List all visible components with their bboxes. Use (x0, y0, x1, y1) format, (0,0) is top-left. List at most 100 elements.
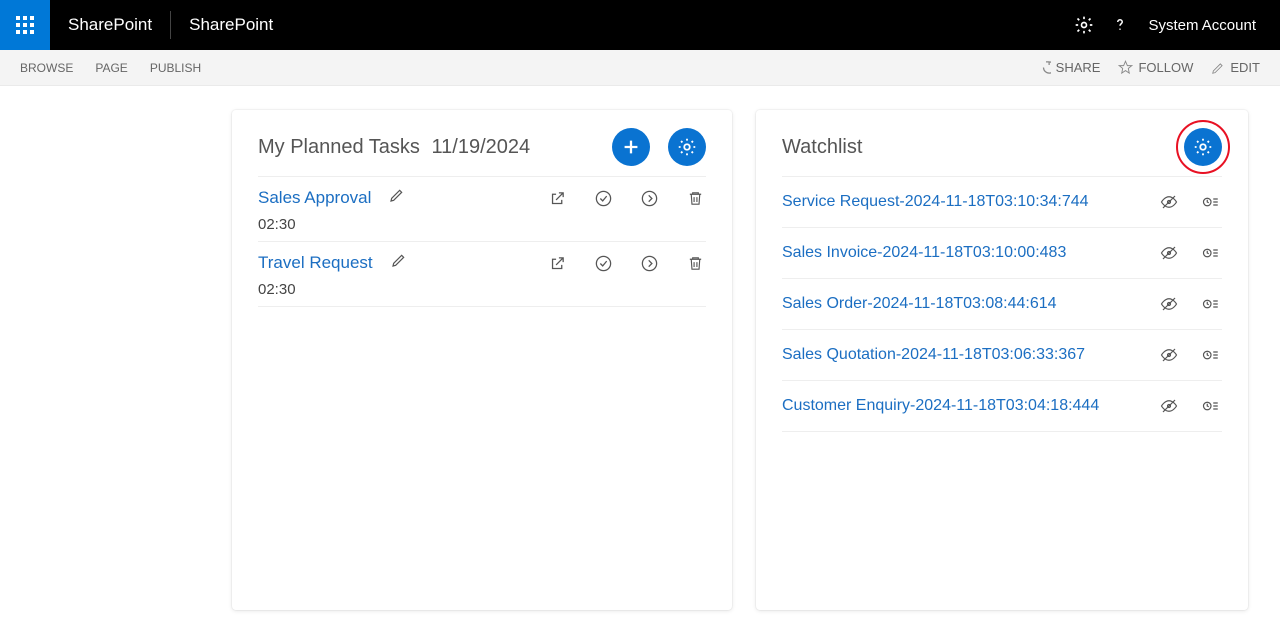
pencil-icon (1211, 61, 1225, 75)
pencil-icon (391, 252, 407, 268)
share-label: SHARE (1056, 60, 1101, 75)
unwatch-button[interactable] (1158, 242, 1180, 264)
arrow-circle-icon (640, 189, 659, 208)
eye-off-icon (1160, 346, 1178, 364)
watchlist-card-header: Watchlist (782, 128, 1222, 166)
open-external-button[interactable] (546, 252, 568, 274)
task-row: Travel Request 02:30 (258, 241, 706, 307)
watchlist-row-actions (1158, 293, 1222, 315)
gear-icon (1192, 136, 1214, 158)
watchlist-row: Sales Invoice-2024-11-18T03:10:00:483 (782, 227, 1222, 278)
list-clock-icon (1202, 295, 1220, 313)
ribbon-tab-browse[interactable]: BROWSE (20, 61, 73, 75)
list-clock-icon (1202, 397, 1220, 415)
status-button[interactable] (1200, 242, 1222, 264)
tasks-settings-button[interactable] (668, 128, 706, 166)
pencil-icon (389, 187, 405, 203)
task-edit-button[interactable] (391, 252, 407, 273)
task-edit-button[interactable] (389, 187, 405, 208)
share-button[interactable]: SHARE (1036, 60, 1101, 75)
unwatch-button[interactable] (1158, 191, 1180, 213)
ribbon-actions: SHARE FOLLOW EDIT (1036, 60, 1260, 75)
watchlist-link[interactable]: Sales Order-2024-11-18T03:08:44:614 (782, 295, 1057, 313)
tasks-title-text: My Planned Tasks (258, 136, 420, 158)
arrow-circle-icon (640, 254, 659, 273)
unwatch-button[interactable] (1158, 344, 1180, 366)
plus-icon (620, 136, 642, 158)
next-button[interactable] (638, 187, 660, 209)
follow-button[interactable]: FOLLOW (1118, 60, 1193, 75)
delete-button[interactable] (684, 187, 706, 209)
suite-bar-right: System Account (1066, 0, 1280, 50)
ribbon-tab-publish[interactable]: PUBLISH (150, 61, 201, 75)
edit-button[interactable]: EDIT (1211, 60, 1260, 75)
watchlist-row-actions (1158, 242, 1222, 264)
add-task-button[interactable] (612, 128, 650, 166)
settings-button[interactable] (1066, 0, 1102, 50)
tasks-title-date: 11/19/2024 (432, 136, 531, 158)
share-icon (1036, 60, 1051, 75)
list-clock-icon (1202, 244, 1220, 262)
status-button[interactable] (1200, 344, 1222, 366)
watchlist-row: Sales Order-2024-11-18T03:08:44:614 (782, 278, 1222, 329)
help-button[interactable] (1102, 0, 1138, 50)
list-clock-icon (1202, 193, 1220, 211)
tasks-header-actions (612, 128, 706, 166)
open-external-button[interactable] (546, 187, 568, 209)
watchlist-link[interactable]: Sales Quotation-2024-11-18T03:06:33:367 (782, 346, 1085, 364)
trash-icon (687, 190, 704, 207)
task-time: 02:30 (258, 281, 458, 298)
watchlist-card: Watchlist Service Request-2024-11-18T03:… (756, 110, 1248, 610)
task-link[interactable]: Travel Request (258, 253, 373, 273)
page-body: My Planned Tasks 11/19/2024 Sales Approv… (0, 86, 1280, 610)
task-main: Travel Request 02:30 (258, 252, 458, 298)
ribbon-tab-page[interactable]: PAGE (95, 61, 127, 75)
watchlist-title: Watchlist (782, 136, 862, 159)
task-actions (546, 187, 706, 209)
list-clock-icon (1202, 346, 1220, 364)
brand-secondary[interactable]: SharePoint (171, 15, 291, 35)
watchlist-link[interactable]: Service Request-2024-11-18T03:10:34:744 (782, 193, 1089, 211)
ribbon-tabs: BROWSE PAGE PUBLISH (20, 61, 201, 75)
task-link[interactable]: Sales Approval (258, 188, 371, 208)
watchlist-link[interactable]: Customer Enquiry-2024-11-18T03:04:18:444 (782, 397, 1099, 415)
task-row: Sales Approval 02:30 (258, 176, 706, 241)
external-link-icon (549, 255, 566, 272)
watchlist-row: Service Request-2024-11-18T03:10:34:744 (782, 176, 1222, 227)
watchlist-row: Sales Quotation-2024-11-18T03:06:33:367 (782, 329, 1222, 380)
eye-off-icon (1160, 244, 1178, 262)
edit-label: EDIT (1230, 60, 1260, 75)
unwatch-button[interactable] (1158, 293, 1180, 315)
help-icon (1111, 16, 1129, 34)
complete-button[interactable] (592, 187, 614, 209)
watchlist-row: Customer Enquiry-2024-11-18T03:04:18:444 (782, 380, 1222, 432)
watchlist-row-actions (1158, 344, 1222, 366)
gear-icon (1074, 15, 1094, 35)
status-button[interactable] (1200, 293, 1222, 315)
delete-button[interactable] (684, 252, 706, 274)
trash-icon (687, 255, 704, 272)
account-name[interactable]: System Account (1138, 17, 1272, 34)
eye-off-icon (1160, 193, 1178, 211)
waffle-icon (16, 16, 34, 34)
task-time: 02:30 (258, 216, 458, 233)
brand-container: SharePoint SharePoint (50, 0, 291, 50)
tasks-card: My Planned Tasks 11/19/2024 Sales Approv… (232, 110, 732, 610)
next-button[interactable] (638, 252, 660, 274)
complete-button[interactable] (592, 252, 614, 274)
watchlist-link[interactable]: Sales Invoice-2024-11-18T03:10:00:483 (782, 244, 1066, 262)
eye-off-icon (1160, 295, 1178, 313)
brand-primary[interactable]: SharePoint (50, 15, 170, 35)
app-launcher-button[interactable] (0, 0, 50, 50)
tasks-card-header: My Planned Tasks 11/19/2024 (258, 128, 706, 166)
status-button[interactable] (1200, 191, 1222, 213)
unwatch-button[interactable] (1158, 395, 1180, 417)
watchlist-header-actions (1184, 128, 1222, 166)
external-link-icon (549, 190, 566, 207)
star-icon (1118, 60, 1133, 75)
ribbon: BROWSE PAGE PUBLISH SHARE FOLLOW EDIT (0, 50, 1280, 86)
status-button[interactable] (1200, 395, 1222, 417)
check-circle-icon (594, 189, 613, 208)
check-circle-icon (594, 254, 613, 273)
watchlist-settings-button[interactable] (1184, 128, 1222, 166)
